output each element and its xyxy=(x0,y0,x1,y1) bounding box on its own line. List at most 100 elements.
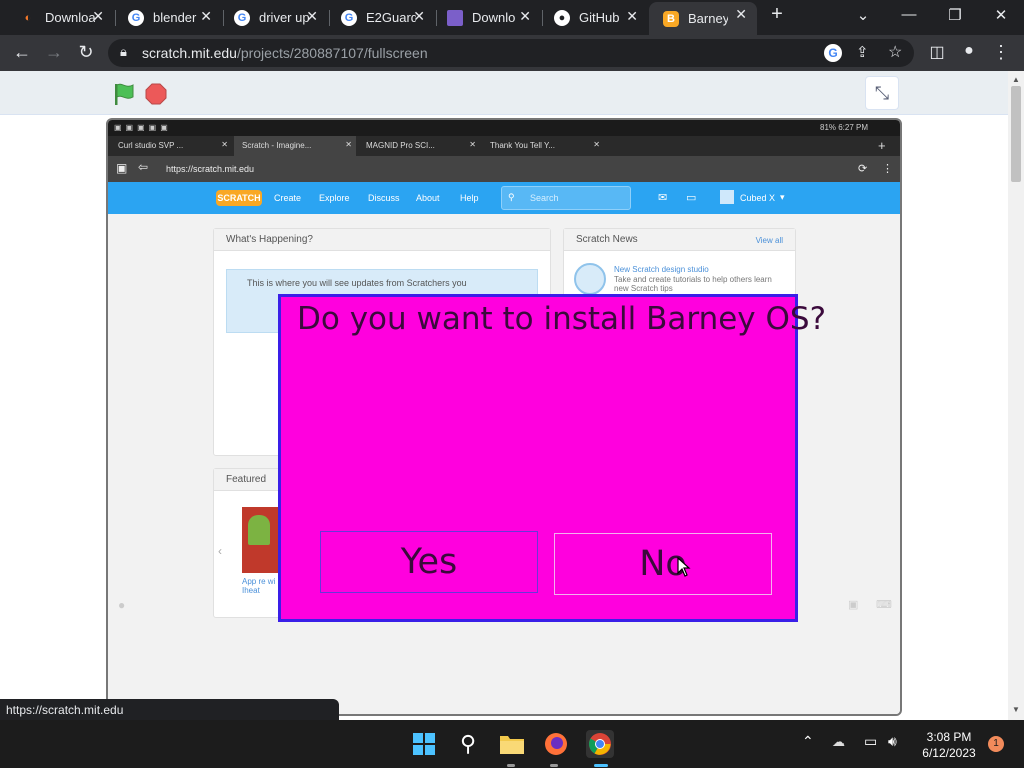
search-icon[interactable]: ⚲ xyxy=(454,730,482,758)
inner-home-icon: ▣ xyxy=(116,161,128,175)
lock-icon[interactable]: 🔒︎ xyxy=(120,44,127,60)
url-text: scratch.mit.edu/projects/280887107/fulls… xyxy=(142,45,428,61)
inner-prev-arrow-icon: ‹ xyxy=(218,544,222,558)
tab-driver-update[interactable]: G driver up ✕ xyxy=(220,4,328,31)
inner-username: Cubed X xyxy=(740,193,776,203)
tab-barney[interactable]: B Barney ✕ xyxy=(649,2,757,35)
restore-button[interactable]: ❐ xyxy=(940,6,970,24)
reload-button[interactable]: ↻ xyxy=(75,42,97,63)
close-window-button[interactable]: ✕ xyxy=(986,6,1016,24)
tab-blender[interactable]: G blender ✕ xyxy=(114,4,222,31)
inner-status-icons: ▣▣▣▣▣ xyxy=(114,123,172,132)
inner-scratch-nav: SCRATCH Create Explore Discuss About Hel… xyxy=(108,182,900,214)
scratch-logo: SCRATCH xyxy=(216,190,262,206)
inner-status-time: 81% 6:27 PM xyxy=(820,123,869,132)
tab-title: Barney xyxy=(688,11,728,26)
install-dialog: Do you want to install Barney OS? Yes No xyxy=(278,294,826,622)
inner-menu-icon: ⋮ xyxy=(882,163,893,175)
inner-robot-icon: ▣ xyxy=(848,599,859,611)
inner-nav-item: Explore xyxy=(319,193,350,203)
blender-icon: ◐ xyxy=(24,11,32,24)
inner-search-box: ⚲ Search xyxy=(501,186,631,210)
inner-panel-heading: Scratch News View all xyxy=(564,229,795,251)
notification-badge[interactable]: 1 xyxy=(988,736,1004,752)
network-offline-icon[interactable]: ☁ xyxy=(832,734,845,750)
scroll-up-icon[interactable]: ▲ xyxy=(1012,75,1020,84)
tab-search-chevron-icon[interactable]: ⌄ xyxy=(848,6,878,24)
yes-button[interactable]: Yes xyxy=(320,531,538,593)
volume-icon[interactable]: 🔊︎ xyxy=(888,733,897,750)
stage-controls-bar: ⤡ xyxy=(0,71,1008,115)
tab-title: driver up xyxy=(259,10,309,25)
inner-tab: Thank You Tell Y... ✕ xyxy=(490,140,600,150)
clock-date: 6/12/2023 xyxy=(922,746,976,760)
show-hidden-icons-chevron-icon[interactable]: ⌃ xyxy=(802,733,814,750)
close-tab-icon[interactable]: ✕ xyxy=(413,8,425,25)
inner-news-title: New Scratch design studio xyxy=(614,265,709,274)
inner-nav-item: About xyxy=(416,193,440,203)
tab-e2guardian[interactable]: G E2Guard ✕ xyxy=(327,4,435,31)
close-tab-icon[interactable]: ✕ xyxy=(519,8,531,25)
close-tab-icon[interactable]: ✕ xyxy=(200,8,212,25)
scrollbar-thumb[interactable] xyxy=(1011,86,1021,182)
share-icon[interactable]: ⇪ xyxy=(856,43,869,61)
inner-sync-icon: ⟳ xyxy=(858,163,868,175)
new-tab-button[interactable]: + xyxy=(762,3,792,26)
clock-time: 3:08 PM xyxy=(926,730,972,744)
inner-url-text: https://scratch.mit.edu xyxy=(166,164,255,174)
inner-back-icon: ⇦ xyxy=(138,160,149,174)
exit-fullscreen-button[interactable]: ⤡ xyxy=(865,76,899,110)
android-robot-image xyxy=(248,515,270,545)
green-flag-icon[interactable] xyxy=(112,82,136,106)
inner-messages-icon: ✉ xyxy=(658,192,668,204)
active-app-indicator xyxy=(594,764,608,767)
forward-button[interactable]: → xyxy=(43,42,65,63)
chrome-icon[interactable] xyxy=(586,730,614,758)
bookmark-star-icon[interactable]: ☆ xyxy=(888,42,902,62)
tab-download[interactable]: Downlo ✕ xyxy=(433,4,541,31)
inner-panel-heading: What's Happening? xyxy=(214,229,550,251)
tab-title: Downlo xyxy=(472,10,516,25)
close-tab-icon[interactable]: ✕ xyxy=(92,8,104,25)
inner-search-icon: ⚲ xyxy=(508,192,515,202)
close-tab-icon[interactable]: ✕ xyxy=(626,8,638,25)
inner-news-body: Take and create tutorials to help others… xyxy=(614,275,772,293)
inner-folder-icon: ▭ xyxy=(686,192,697,204)
inner-nav-item: Discuss xyxy=(368,193,400,203)
inner-tab-strip: Curl studio SVP ... ✕ Scratch - Imagine..… xyxy=(108,136,900,156)
tab-title: GitHub xyxy=(579,10,620,25)
no-button[interactable]: No xyxy=(554,533,772,595)
firefox-icon[interactable] xyxy=(542,730,570,758)
close-tab-icon[interactable]: ✕ xyxy=(735,6,747,23)
inner-status-bar: ▣▣▣▣▣ 81% 6:27 PM xyxy=(108,120,900,136)
inner-url-bar: ▣ ⇦ https://scratch.mit.edu ⟳ ⋮ xyxy=(108,156,900,182)
inner-mic-icon: ● xyxy=(118,598,126,612)
back-button[interactable]: ← xyxy=(11,42,33,63)
profile-icon[interactable]: ● xyxy=(958,42,980,60)
inner-tab: Scratch - Imagine... ✕ xyxy=(234,136,356,156)
tab-title: blender xyxy=(153,10,197,25)
close-tab-icon[interactable]: ✕ xyxy=(306,8,318,25)
mouse-cursor-icon xyxy=(677,557,691,577)
menu-dots-icon[interactable]: ⋮ xyxy=(990,42,1012,63)
blank-page-icon xyxy=(447,9,463,26)
side-panel-icon[interactable]: ◫ xyxy=(926,42,948,62)
tab-download-blender[interactable]: ◐ Download ✕ xyxy=(6,4,114,31)
scroll-down-icon[interactable]: ▼ xyxy=(1012,705,1020,714)
stop-icon[interactable] xyxy=(144,82,168,106)
file-explorer-icon[interactable] xyxy=(498,730,526,758)
status-link-bubble: https://scratch.mit.edu xyxy=(0,699,339,720)
browser-tab-strip: ◐ Download ✕ G blender ✕ G driver up ✕ G… xyxy=(0,0,1024,35)
system-clock[interactable]: 3:08 PM 6/12/2023 xyxy=(914,729,984,761)
google-icon: G xyxy=(341,9,357,26)
minimize-button[interactable]: — xyxy=(894,6,924,23)
google-lens-icon[interactable]: G xyxy=(824,44,842,62)
inner-avatar xyxy=(720,190,734,204)
inner-new-tab-icon: + xyxy=(878,138,886,153)
windows-start-icon[interactable] xyxy=(410,730,438,758)
inner-keyboard-icon: ⌨ xyxy=(876,599,892,611)
scratch-icon: B xyxy=(663,10,679,27)
tab-github[interactable]: ● GitHub ✕ xyxy=(540,4,648,31)
display-icon[interactable]: ▭ xyxy=(864,733,877,750)
address-bar[interactable]: 🔒︎ scratch.mit.edu/projects/280887107/fu… xyxy=(108,39,914,67)
